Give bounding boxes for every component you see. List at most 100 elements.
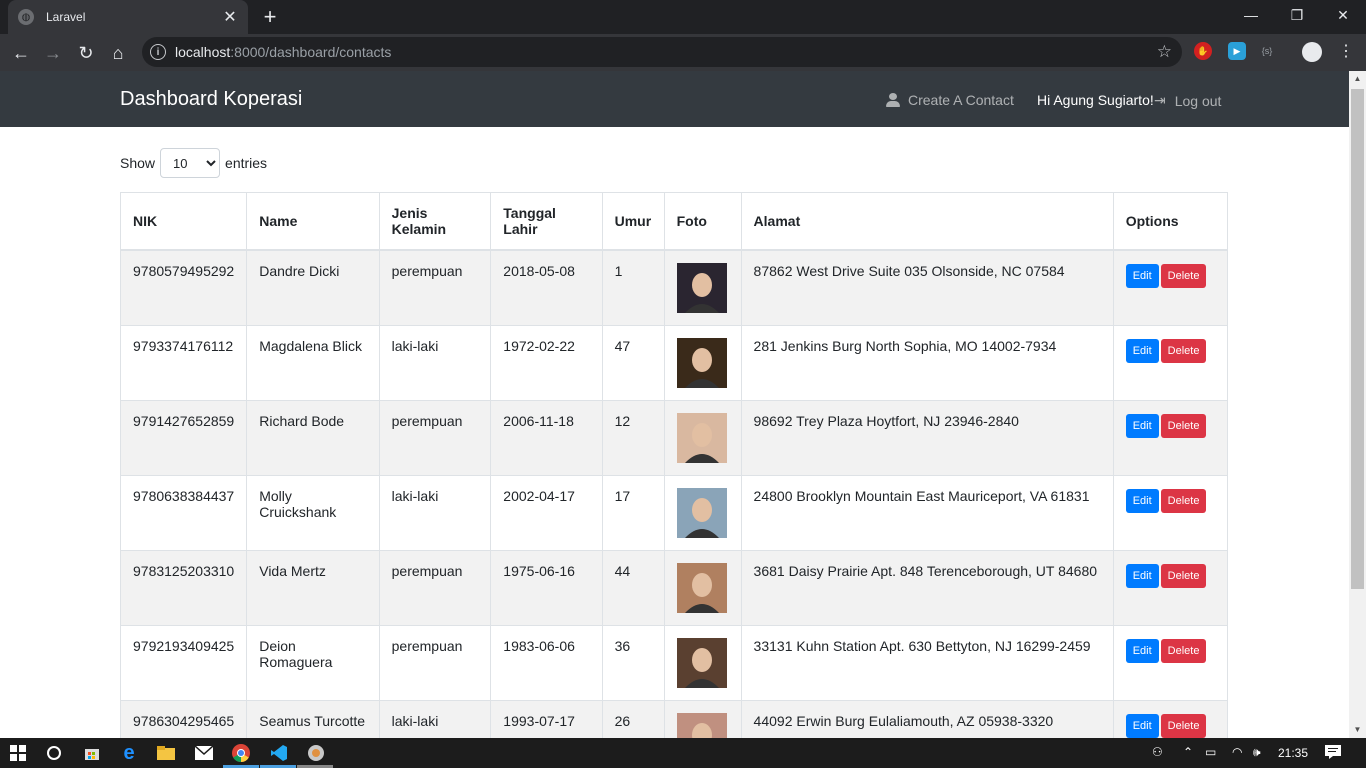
page-length-select[interactable]: 10 — [160, 148, 221, 178]
search-icon[interactable] — [43, 742, 65, 764]
scroll-up-icon[interactable]: ▲ — [1349, 71, 1366, 87]
col-header-gender[interactable]: Jenis Kelamin — [378, 192, 492, 251]
cell-nik: 9780579495292 — [119, 249, 248, 326]
cell-age: 12 — [601, 400, 665, 476]
file-explorer-icon[interactable] — [155, 742, 177, 764]
cell-gender: laki-laki — [378, 700, 492, 738]
greeting-text: Hi Agung Sugiarto! — [1037, 92, 1154, 108]
contact-photo — [676, 263, 727, 313]
col-header-photo[interactable]: Foto — [663, 192, 742, 251]
cell-address: 98692 Trey Plaza Hoytfort, NJ 23946-2840 — [740, 400, 1114, 476]
address-bar[interactable]: i localhost:8000/dashboard/contacts ☆ — [142, 37, 1182, 67]
bookmark-star-icon[interactable]: ☆ — [1157, 42, 1172, 62]
minimize-icon[interactable]: — — [1228, 0, 1274, 30]
cell-age: 36 — [601, 625, 665, 701]
extension-json-icon[interactable]: {s} — [1258, 42, 1276, 60]
windows-start-icon[interactable] — [7, 742, 29, 764]
profile-avatar[interactable] — [1302, 42, 1322, 62]
cell-photo — [663, 700, 742, 738]
table-body: 9780579495292 Dandre Dicki perempuan 2018-0… — [119, 249, 1229, 738]
home-icon[interactable]: ⌂ — [105, 40, 131, 66]
back-icon[interactable]: ← — [8, 40, 34, 66]
restore-icon[interactable]: ❐ — [1274, 0, 1320, 30]
cell-nik: 9786304295465 — [119, 700, 248, 738]
cell-gender: laki-laki — [378, 475, 492, 551]
edit-button[interactable]: Edit — [1125, 339, 1159, 363]
delete-button[interactable]: Delete — [1160, 489, 1207, 513]
contact-photo — [676, 563, 727, 613]
cell-gender: perempuan — [378, 550, 492, 626]
cell-name: Magdalena Blick — [246, 325, 380, 401]
edit-button[interactable]: Edit — [1125, 489, 1159, 513]
entries-label: entries — [225, 155, 268, 171]
taskbar-clock[interactable]: 21:35 — [1278, 746, 1308, 760]
adblock-extension-icon[interactable]: ✋ — [1194, 42, 1212, 60]
people-icon[interactable]: ⚇ — [1152, 745, 1163, 759]
reload-icon[interactable]: ↻ — [73, 40, 99, 66]
browser-tab[interactable]: ◍ Laravel ✕ — [8, 0, 248, 34]
browser-menu-icon[interactable]: ⋮ — [1338, 42, 1354, 64]
app-icon[interactable] — [305, 742, 327, 764]
tray-chevron-icon[interactable]: ⌃ — [1183, 745, 1193, 759]
cell-address: 87862 West Drive Suite 035 Olsonside, NC… — [740, 249, 1114, 326]
new-tab-icon[interactable]: + — [258, 5, 282, 29]
volume-icon[interactable]: 🕪 — [1253, 745, 1261, 760]
chrome-icon[interactable] — [230, 742, 252, 764]
page-scrollbar[interactable]: ▲ ▼ — [1349, 71, 1366, 738]
cell-age: 44 — [601, 550, 665, 626]
cell-gender: perempuan — [378, 625, 492, 701]
delete-button[interactable]: Delete — [1160, 564, 1207, 588]
col-header-address[interactable]: Alamat — [740, 192, 1114, 251]
cell-age: 17 — [601, 475, 665, 551]
forward-icon[interactable]: → — [40, 40, 66, 66]
cell-address: 24800 Brooklyn Mountain East Mauriceport… — [740, 475, 1114, 551]
url-path: :8000/dashboard/contacts — [230, 44, 392, 60]
mail-icon[interactable] — [193, 742, 215, 764]
col-header-name[interactable]: Name — [246, 192, 380, 251]
delete-button[interactable]: Delete — [1160, 714, 1207, 738]
notifications-icon[interactable] — [1325, 745, 1341, 762]
cell-address: 3681 Daisy Prairie Apt. 848 Terenceborou… — [740, 550, 1114, 626]
edit-button[interactable]: Edit — [1125, 714, 1159, 738]
col-header-nik[interactable]: NIK — [119, 192, 248, 251]
cell-nik: 9792193409425 — [119, 625, 248, 701]
edit-button[interactable]: Edit — [1125, 414, 1159, 438]
cell-dob: 2002-04-17 — [490, 475, 603, 551]
edit-button[interactable]: Edit — [1125, 564, 1159, 588]
delete-button[interactable]: Delete — [1160, 339, 1207, 363]
create-contact-label: Create A Contact — [908, 92, 1014, 108]
battery-icon[interactable]: ▭ — [1205, 745, 1216, 759]
cell-options: Edit Delete — [1112, 400, 1229, 476]
scrollbar-thumb[interactable] — [1351, 89, 1364, 589]
logout-link[interactable]: ⇥ Log out — [1154, 92, 1221, 109]
col-header-dob[interactable]: Tanggal Lahir — [490, 192, 603, 251]
edge-browser-icon[interactable]: e — [118, 742, 140, 764]
col-header-age[interactable]: Umur — [601, 192, 665, 251]
delete-button[interactable]: Delete — [1160, 639, 1207, 663]
scroll-down-icon[interactable]: ▼ — [1349, 722, 1366, 738]
cell-name: Richard Bode — [246, 400, 380, 476]
delete-button[interactable]: Delete — [1160, 264, 1207, 288]
tab-close-icon[interactable]: ✕ — [222, 7, 238, 27]
store-icon[interactable] — [81, 742, 103, 764]
extension-icon[interactable]: ▶ — [1228, 42, 1246, 60]
edit-button[interactable]: Edit — [1125, 639, 1159, 663]
info-icon[interactable]: i — [150, 44, 166, 60]
col-header-options[interactable]: Options — [1112, 192, 1229, 251]
cell-age: 26 — [601, 700, 665, 738]
cell-dob: 1983-06-06 — [490, 625, 603, 701]
cell-name: Molly Cruickshank — [246, 475, 380, 551]
cell-gender: perempuan — [378, 400, 492, 476]
edit-button[interactable]: Edit — [1125, 264, 1159, 288]
vscode-icon[interactable] — [268, 742, 290, 764]
page-length-control: Show 10 entries — [120, 148, 267, 178]
windows-taskbar: e ⚇ ⌃ ▭ ◠ 🕪 21:35 — [0, 738, 1366, 768]
logout-icon: ⇥ — [1154, 92, 1166, 108]
contact-photo — [676, 488, 727, 538]
create-contact-link[interactable]: Create A Contact — [886, 92, 1014, 108]
wifi-icon[interactable]: ◠ — [1232, 745, 1242, 759]
navbar-brand[interactable]: Dashboard Koperasi — [120, 88, 302, 111]
delete-button[interactable]: Delete — [1160, 414, 1207, 438]
window-close-icon[interactable]: ✕ — [1320, 0, 1366, 30]
app-navbar: Dashboard Koperasi Create A Contact Hi A… — [0, 71, 1349, 127]
